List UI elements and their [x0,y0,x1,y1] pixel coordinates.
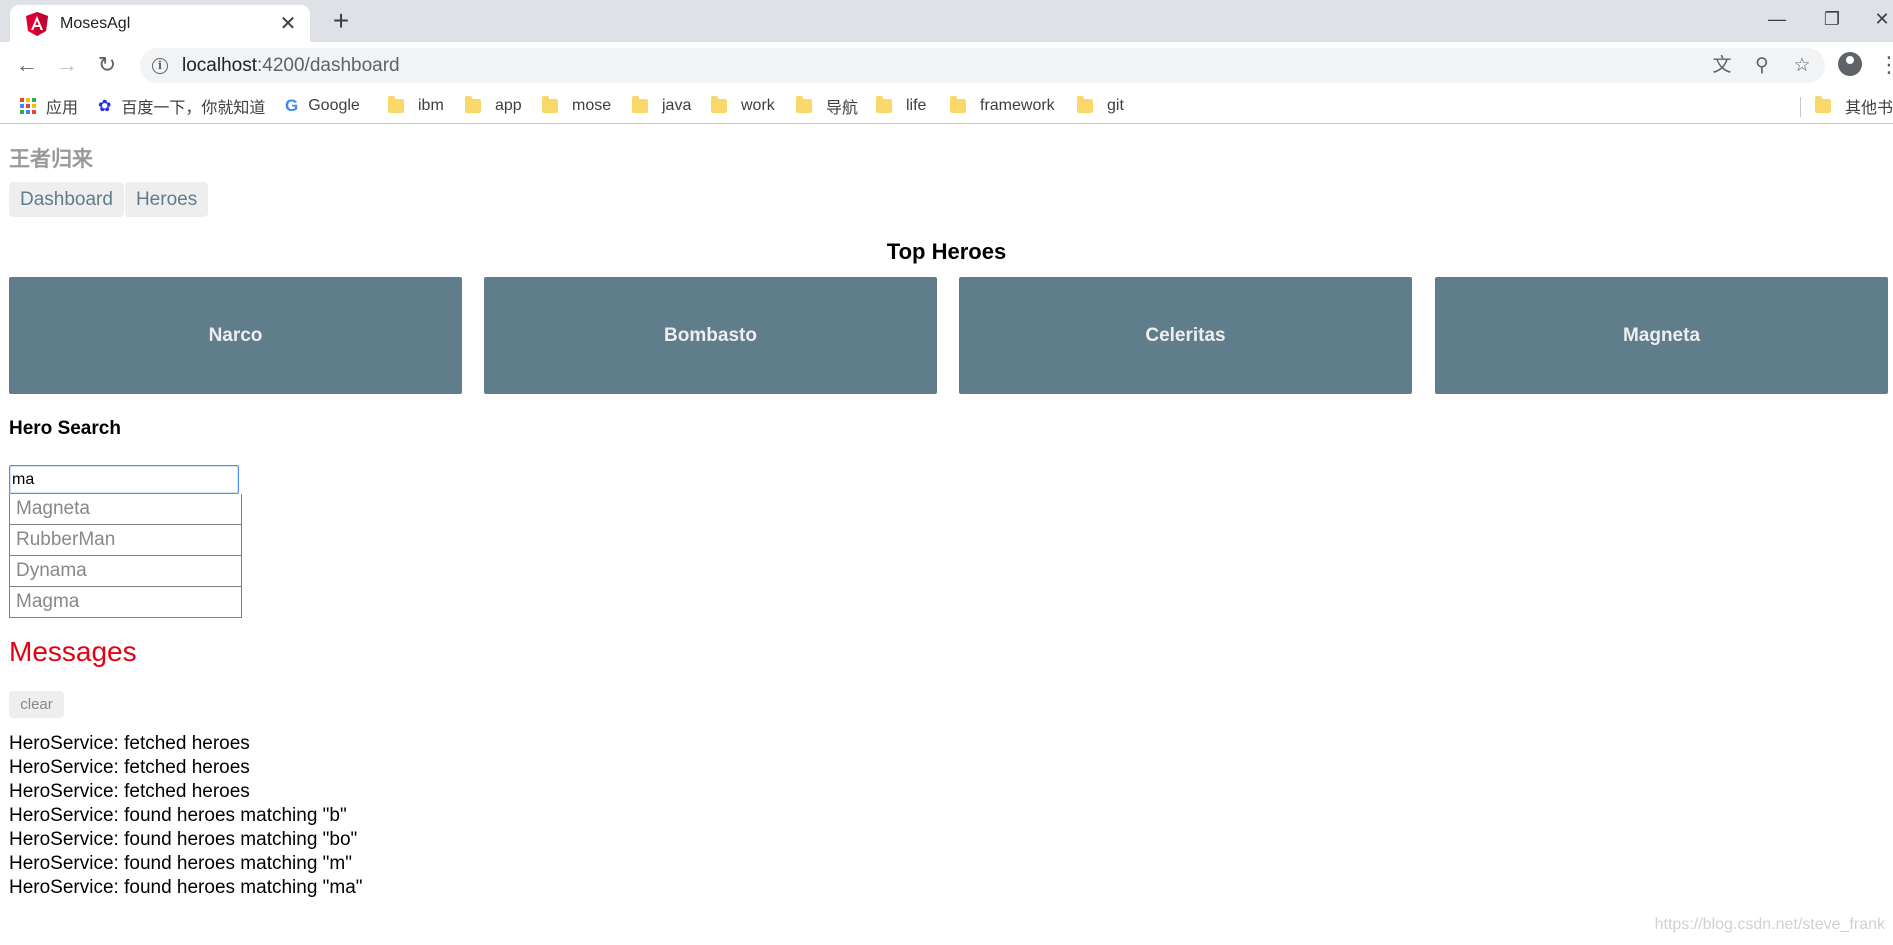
bookmarks-bar: 应用 ✿ 百度一下，你就知道 G Google ibm app mose jav… [0,88,1893,124]
info-icon[interactable]: i [152,57,168,74]
bookmark-folder-nav[interactable]: 导航 [796,95,858,117]
tab-title: MosesAgl [60,14,131,32]
close-window-button[interactable]: ✕ [1862,4,1893,34]
bookmark-label: 百度一下，你就知道 [121,100,266,117]
address-bar[interactable]: i localhost:4200/dashboard 文 ⚲ ☆ [140,48,1825,83]
star-icon[interactable]: ☆ [1790,54,1814,78]
folder-icon [632,96,648,113]
page-title: 王者归来 [9,148,93,171]
profile-icon[interactable] [1838,52,1862,76]
main-nav: Dashboard Heroes [9,182,209,217]
bookmark-label: git [1107,97,1124,114]
folder-icon [1077,96,1093,113]
hero-card-celeritas[interactable]: Celeritas [959,277,1412,394]
message-item: HeroService: found heroes matching "m" [9,853,352,874]
bookmark-other[interactable]: 其他书签 [1815,95,1893,117]
message-item: HeroService: found heroes matching "ma" [9,877,363,898]
hero-search-input[interactable] [9,465,239,494]
bookmark-folder-mose[interactable]: mose [542,95,611,117]
folder-icon [876,96,892,113]
search-results-list: Magneta RubberMan Dynama Magma [9,494,242,618]
search-result-item[interactable]: Dynama [9,556,242,587]
tab-strip: MosesAgl ✕ + — ❐ ✕ [0,0,1893,42]
search-result-item[interactable]: Magneta [9,494,242,525]
message-item: HeroService: fetched heroes [9,781,250,802]
translate-icon[interactable]: 文 [1710,54,1734,78]
watermark-text: https://blog.csdn.net/steve_frank [1654,916,1885,933]
hero-card-narco[interactable]: Narco [9,277,462,394]
bookmark-folder-work[interactable]: work [711,95,775,117]
folder-icon [542,96,558,113]
reload-icon[interactable]: ↻ [92,50,122,80]
back-icon[interactable]: ← [12,50,42,80]
nav-dashboard[interactable]: Dashboard [9,182,124,217]
forward-icon[interactable]: → [52,50,82,80]
search-result-item[interactable]: RubberMan [9,525,242,556]
bookmark-label: life [906,97,927,114]
browser-toolbar: ← → ↻ i localhost:4200/dashboard 文 ⚲ ☆ ⋮ [0,42,1893,88]
clear-messages-button[interactable]: clear [9,691,64,718]
bookmark-folder-ibm[interactable]: ibm [388,95,444,117]
page-content: 王者归来 Dashboard Heroes Top Heroes Narco B… [0,125,1893,945]
bookmark-label: 导航 [826,100,859,117]
bookmark-google[interactable]: G Google [285,95,360,117]
bookmark-folder-life[interactable]: life [876,95,926,117]
bookmark-label: ibm [418,97,444,114]
top-heroes-heading: Top Heroes [886,239,1007,264]
folder-icon [711,96,727,113]
message-list: HeroService: fetched heroes HeroService:… [9,732,363,900]
baidu-paw-icon: ✿ [98,98,112,115]
search-result-item[interactable]: Magma [9,587,242,618]
bookmark-baidu[interactable]: ✿ 百度一下，你就知道 [98,95,265,117]
bookmark-label: mose [572,97,612,114]
bookmark-label: 应用 [46,100,79,117]
hero-search-heading: Hero Search [9,418,121,439]
bookmark-label: framework [980,97,1055,114]
google-logo-icon: G [285,96,299,115]
messages-heading: Messages [9,636,137,667]
folder-icon [1815,96,1831,113]
nav-heroes[interactable]: Heroes [124,182,209,217]
restore-button[interactable]: ❐ [1812,4,1852,34]
close-tab-icon[interactable]: ✕ [278,11,298,36]
bookmark-label: java [662,97,692,114]
bookmark-folder-java[interactable]: java [632,95,691,117]
message-item: HeroService: found heroes matching "b" [9,805,347,826]
bookmark-folder-app[interactable]: app [465,95,522,117]
bookmark-label: app [495,97,522,114]
angular-logo-icon [26,11,48,36]
folder-icon [388,96,404,113]
message-item: HeroService: fetched heroes [9,733,250,754]
folder-icon [465,96,481,113]
message-item: HeroService: fetched heroes [9,757,250,778]
hero-card-magneta[interactable]: Magneta [1435,277,1888,394]
folder-icon [950,96,966,113]
browser-tab[interactable]: MosesAgl ✕ [10,5,310,42]
bookmark-label: work [741,97,775,114]
zoom-icon[interactable]: ⚲ [1750,54,1774,78]
bookmark-label: 其他书签 [1845,100,1893,117]
hero-card-bombasto[interactable]: Bombasto [484,277,937,394]
minimize-button[interactable]: — [1757,4,1797,34]
bookmark-label: Google [308,97,360,114]
bookmark-folder-git[interactable]: git [1077,95,1124,117]
menu-icon[interactable]: ⋮ [1878,52,1893,78]
new-tab-button[interactable]: + [326,6,356,36]
url-text[interactable]: localhost:4200/dashboard [182,55,400,77]
bookmark-apps[interactable]: 应用 [20,95,78,117]
message-item: HeroService: found heroes matching "bo" [9,829,358,850]
bookmark-folder-framework[interactable]: framework [950,95,1055,117]
folder-icon [796,96,812,113]
apps-grid-icon [20,98,36,114]
bookmark-separator [1800,97,1801,117]
